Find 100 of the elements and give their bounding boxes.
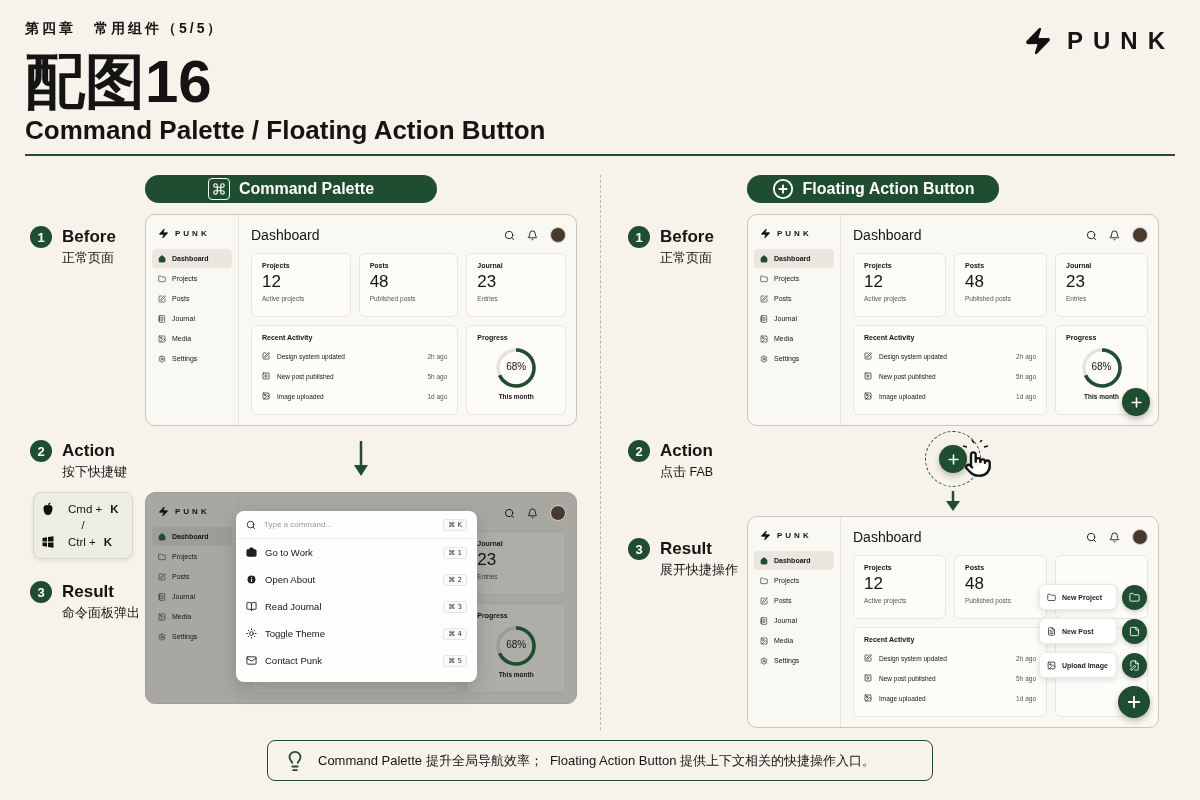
stat-value: 12 [262, 271, 282, 293]
figure-title: 配图16 [25, 51, 213, 113]
stat-value: 23 [477, 271, 498, 293]
nav-icon [158, 294, 166, 303]
step-caption: 正常页面 [62, 251, 115, 266]
avatar[interactable] [550, 227, 566, 243]
action-icon [1129, 659, 1140, 671]
fab-button[interactable] [939, 445, 967, 473]
command-icon [246, 655, 257, 666]
apple-icon [42, 502, 54, 516]
step-title: Before [660, 226, 714, 248]
step-caption: 展开快捷操作 [660, 563, 738, 578]
search-icon[interactable] [504, 507, 515, 519]
bell-icon[interactable] [527, 507, 538, 519]
bolt-icon [1023, 26, 1053, 56]
letter-key: K [103, 536, 113, 548]
action-icon [1047, 660, 1056, 670]
bell-icon[interactable] [1109, 229, 1120, 241]
nav-icon [760, 354, 768, 363]
nav-icon [158, 572, 166, 581]
modifier-key: Cmd + [68, 503, 103, 515]
nav-icon [158, 592, 166, 601]
bolt-icon [760, 227, 771, 239]
nav-icon [760, 334, 768, 343]
down-arrow-icon [353, 441, 369, 477]
activity-icon [864, 392, 872, 400]
nav-icon [158, 254, 166, 263]
down-arrow-icon [946, 491, 960, 511]
avatar[interactable] [1132, 529, 1148, 545]
nav-icon [158, 532, 166, 541]
subtitle: Command Palette / Floating Action Button [25, 115, 546, 145]
action-icon [1047, 592, 1056, 602]
logo-text: PUNK [777, 530, 812, 540]
modifier-key: Ctrl + [68, 536, 96, 548]
plus-circle-icon [771, 178, 794, 200]
step-number: 1 [628, 226, 650, 248]
command-input[interactable]: Type a command... [264, 520, 436, 529]
progress-reading: 68% [1090, 361, 1113, 372]
letter-key: K [110, 503, 119, 515]
search-icon[interactable] [1086, 531, 1097, 543]
logo-text: PUNK [777, 228, 812, 238]
command-label: Go to Work [265, 547, 314, 558]
progress-reading: 68% [505, 361, 528, 372]
step-number: 2 [30, 440, 52, 462]
step-caption: 命令面板弹出 [62, 606, 140, 621]
command-label: Read Journal [265, 601, 323, 612]
step-caption: 点击 FAB [660, 465, 714, 480]
step-caption: 正常页面 [660, 251, 713, 266]
step-number: 3 [628, 538, 650, 560]
plus-icon [1128, 394, 1144, 410]
nav-icon [760, 254, 768, 263]
page-title: Dashboard [853, 529, 922, 545]
plus-icon [945, 451, 961, 467]
windows-grid-icon [42, 536, 54, 548]
command-label: Contact Punk [265, 655, 324, 666]
brand-name: PUNK [1067, 27, 1175, 55]
nav-icon [158, 552, 166, 561]
activity-icon [864, 352, 872, 360]
nav-icon [760, 274, 768, 283]
logo-text: PUNK [175, 506, 210, 516]
nav-icon [760, 294, 768, 303]
action-icon [1047, 626, 1056, 636]
step-caption: 按下快捷键 [62, 465, 127, 480]
nav-icon [760, 656, 768, 665]
banner-title: Command Palette [238, 180, 375, 198]
nav-icon [760, 636, 768, 645]
search-icon [246, 519, 256, 530]
avatar[interactable] [1132, 227, 1148, 243]
stat-value: 23 [1066, 271, 1086, 293]
bell-icon[interactable] [1109, 531, 1120, 543]
command-icon [246, 601, 257, 612]
search-icon[interactable] [504, 229, 515, 241]
bolt-icon [158, 505, 169, 517]
nav-icon [760, 596, 768, 605]
separator-text: / [81, 519, 85, 532]
stat-value: 12 [864, 271, 884, 293]
action-icon [1129, 591, 1140, 603]
bell-icon[interactable] [527, 229, 538, 241]
avatar[interactable] [550, 505, 566, 521]
stat-value: 23 [477, 549, 498, 571]
chapter-label: 第四章 [25, 20, 76, 37]
activity-icon [864, 654, 872, 662]
nav-icon [158, 314, 166, 323]
command-label: Toggle Theme [265, 628, 327, 639]
search-icon[interactable] [1086, 229, 1097, 241]
activity-icon [864, 372, 872, 380]
activity-icon [262, 352, 270, 360]
activity-icon [262, 392, 270, 400]
nav-icon [760, 556, 768, 565]
action-icon [1129, 625, 1140, 637]
nav-icon [760, 576, 768, 585]
nav-icon [760, 616, 768, 625]
nav-icon [760, 314, 768, 323]
stat-value: 12 [864, 573, 884, 595]
stat-value: 48 [965, 271, 985, 293]
command-icon [246, 574, 257, 585]
step-title: Action [660, 440, 714, 462]
fab-button[interactable] [1122, 388, 1150, 416]
logo-text: PUNK [175, 228, 210, 238]
progress-reading: 68% [505, 639, 528, 650]
